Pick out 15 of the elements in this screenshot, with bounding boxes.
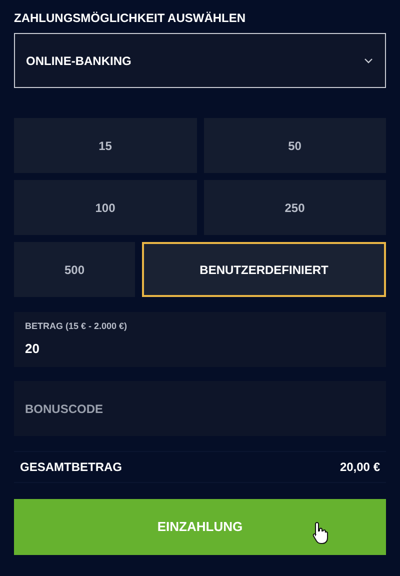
amount-option[interactable]: 250 <box>204 180 386 235</box>
field-label: BETRAG (15 € - 2.000 €) <box>25 320 128 332</box>
total-label: GESAMTBETRAG <box>20 459 122 476</box>
amount-option[interactable]: BENUTZERDEFINIERT <box>142 242 386 297</box>
payment-method-select[interactable]: ONLINE-BANKING <box>14 33 386 88</box>
amount-option[interactable]: 15 <box>14 118 196 173</box>
amount-option[interactable]: 100 <box>14 180 196 235</box>
total-value: 20,00 € <box>340 459 380 476</box>
section-heading: ZAHLUNGSMÖGLICHKEIT AUSWÄHLEN <box>14 10 247 27</box>
amount-option[interactable]: 50 <box>204 118 386 173</box>
amount-option[interactable]: 500 <box>14 242 135 297</box>
bonus-code-field[interactable]: BONUSCODE <box>14 381 386 436</box>
chevron-down-icon <box>364 58 373 64</box>
pointer-hand-icon <box>312 521 330 545</box>
select-value: ONLINE-BANKING <box>26 52 132 70</box>
